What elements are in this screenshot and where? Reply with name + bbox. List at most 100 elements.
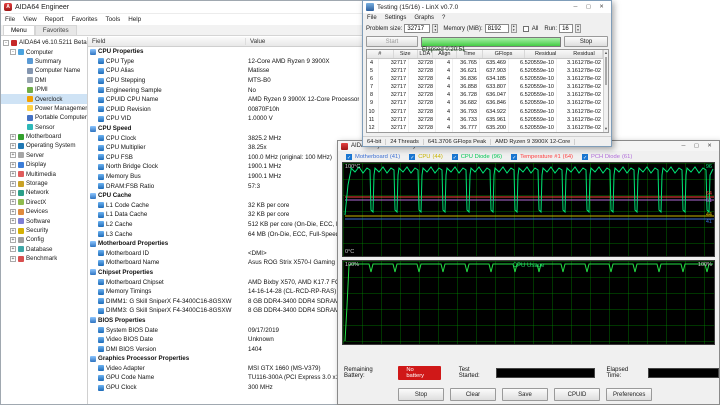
stability-action-button[interactable]: Preferences [606,388,653,401]
tree-item[interactable]: - Computer [1,47,87,56]
tree-item[interactable]: + Security [1,226,87,235]
table-row[interactable]: 5 32717 32728 4 36.621 637.903 6.520559e… [367,67,603,76]
tree-item[interactable]: + Devices [1,207,87,216]
tree-item[interactable]: + Database [1,245,87,254]
problem-size-input[interactable]: 32717 [404,24,431,33]
expand-toggle-icon[interactable]: - [10,49,16,56]
tree-item[interactable]: + Benchmark [1,254,87,263]
menu-item[interactable]: Help [124,16,145,23]
results-column-header[interactable]: # [367,50,394,58]
minimize-button[interactable]: ─ [569,2,582,12]
table-row[interactable]: 10 32717 32728 4 36.793 634.922 6.520559… [367,107,603,116]
page-tab[interactable]: Menu [3,25,35,35]
stability-action-button[interactable]: Save [502,388,548,401]
tree-item[interactable]: + Network [1,188,87,197]
tree-item[interactable]: Overclock [1,94,87,104]
scrollbar-thumb[interactable] [605,57,607,85]
table-row[interactable]: 7 32717 32728 4 36.858 633.807 6.520559e… [367,83,603,92]
expand-toggle-icon[interactable]: + [10,189,16,196]
stability-action-button[interactable]: Stop [398,388,444,401]
table-row[interactable]: 4 32717 32728 4 36.765 635.469 6.520559e… [367,59,603,68]
results-column-header[interactable]: Residual (norm.) [566,50,603,58]
table-row[interactable]: 12 32717 32728 4 36.777 635.200 6.520559… [367,123,603,132]
all-memory-checkbox[interactable] [522,25,529,32]
tree-item[interactable]: + Software [1,216,87,225]
stop-button[interactable]: Stop [564,36,608,47]
sensor-checkbox[interactable]: ✓ [451,153,458,161]
menu-item[interactable]: Graphs [410,15,438,21]
expand-toggle-icon[interactable]: + [10,218,16,225]
menu-item[interactable]: Favorites [68,16,102,23]
menu-item[interactable]: Tools [102,16,125,23]
scroll-up-icon[interactable]: ▲ [604,50,608,56]
expand-toggle-icon[interactable]: + [10,246,16,253]
menu-item[interactable]: Report [41,16,68,23]
tree-item[interactable]: + Server [1,151,87,160]
minimize-button[interactable]: ─ [677,141,690,151]
linx-titlebar[interactable]: Testing (15/16) - LinX v0.7.0 ─ ▢ ✕ [363,1,611,13]
tree-item[interactable]: + Operating System [1,141,87,150]
results-column-header[interactable]: GFlops [483,50,526,58]
expand-toggle-icon[interactable]: + [10,208,16,215]
menu-item[interactable]: Settings [381,15,411,21]
page-tab[interactable]: Favorites [34,25,77,35]
close-button[interactable]: ✕ [595,2,608,12]
table-row[interactable]: 8 32717 32728 4 36.728 636.047 6.520559e… [367,91,603,100]
scroll-down-icon[interactable]: ▼ [604,126,608,132]
table-row[interactable]: 6 32717 32728 4 36.836 634.185 6.520559e… [367,75,603,84]
expand-toggle-icon[interactable]: - [3,39,9,46]
expand-toggle-icon[interactable]: + [10,152,16,159]
tree-item[interactable]: Power Management [1,104,87,113]
expand-toggle-icon[interactable]: + [10,236,16,243]
tree-item[interactable]: Computer Name [1,66,87,75]
memory-input[interactable]: 8192 [484,24,509,33]
expand-toggle-icon[interactable]: + [10,180,16,187]
problem-size-stepper[interactable]: ▴ ▾ [432,24,439,33]
sensor-checkbox[interactable]: ✓ [409,153,416,161]
stability-action-button[interactable]: CPUID [554,388,600,401]
spinner-down-icon[interactable]: ▾ [433,28,437,33]
expand-toggle-icon[interactable]: + [10,255,16,262]
tree-item[interactable]: Sensor [1,123,87,132]
tree-item[interactable]: IPMI [1,85,87,94]
tree-item[interactable]: + Motherboard [1,132,87,141]
menu-item[interactable]: ? [438,15,449,21]
expand-toggle-icon[interactable]: + [10,133,16,140]
table-scrollbar[interactable]: ▲ ▼ [603,50,608,132]
sensor-checkbox[interactable]: ✓ [511,153,518,161]
table-row[interactable]: 9 32717 32728 4 36.682 636.846 6.520559e… [367,99,603,108]
sensor-checkbox[interactable]: ✓ [581,153,588,161]
maximize-button[interactable]: ▢ [582,2,595,12]
menu-item[interactable]: File [363,15,381,21]
tree-item[interactable]: + Config [1,235,87,244]
menu-item[interactable]: View [19,16,41,23]
menu-item[interactable]: File [1,16,19,23]
spinner-down-icon[interactable]: ▾ [576,28,580,33]
stability-action-button[interactable]: Clear [450,388,496,401]
field-column-header[interactable]: Field [88,38,246,45]
run-stepper[interactable]: ▴ ▾ [575,24,582,33]
tree-item[interactable]: + Multimedia [1,169,87,178]
sensor-checkbox[interactable]: ✓ [346,153,352,161]
table-row[interactable]: 11 32717 32728 4 36.733 635.961 6.520559… [367,115,603,124]
start-button[interactable]: Start [366,36,418,47]
expand-toggle-icon[interactable]: + [10,199,16,206]
expand-toggle-icon[interactable]: + [10,161,16,168]
tree-item[interactable]: + Display [1,160,87,169]
results-column-header[interactable]: Residual [525,50,566,58]
spinner-down-icon[interactable]: ▾ [512,28,516,33]
tree-item[interactable]: Summary [1,57,87,66]
close-button[interactable]: ✕ [703,141,716,151]
results-column-header[interactable]: Size [394,50,418,58]
tree-item[interactable]: - AIDA64 v6.10.5211 Beta [1,38,87,47]
memory-stepper[interactable]: ▴ ▾ [510,24,517,33]
tree-item[interactable]: Portable Computer [1,113,87,122]
tree-item[interactable]: + DirectX [1,198,87,207]
expand-toggle-icon[interactable]: + [10,227,16,234]
tree-item[interactable]: DMI [1,76,87,85]
expand-toggle-icon[interactable]: + [10,171,16,178]
run-count-input[interactable]: 16 [559,24,574,33]
maximize-button[interactable]: ▢ [690,141,703,151]
tree-item[interactable]: + Storage [1,179,87,188]
expand-toggle-icon[interactable]: + [10,142,16,149]
